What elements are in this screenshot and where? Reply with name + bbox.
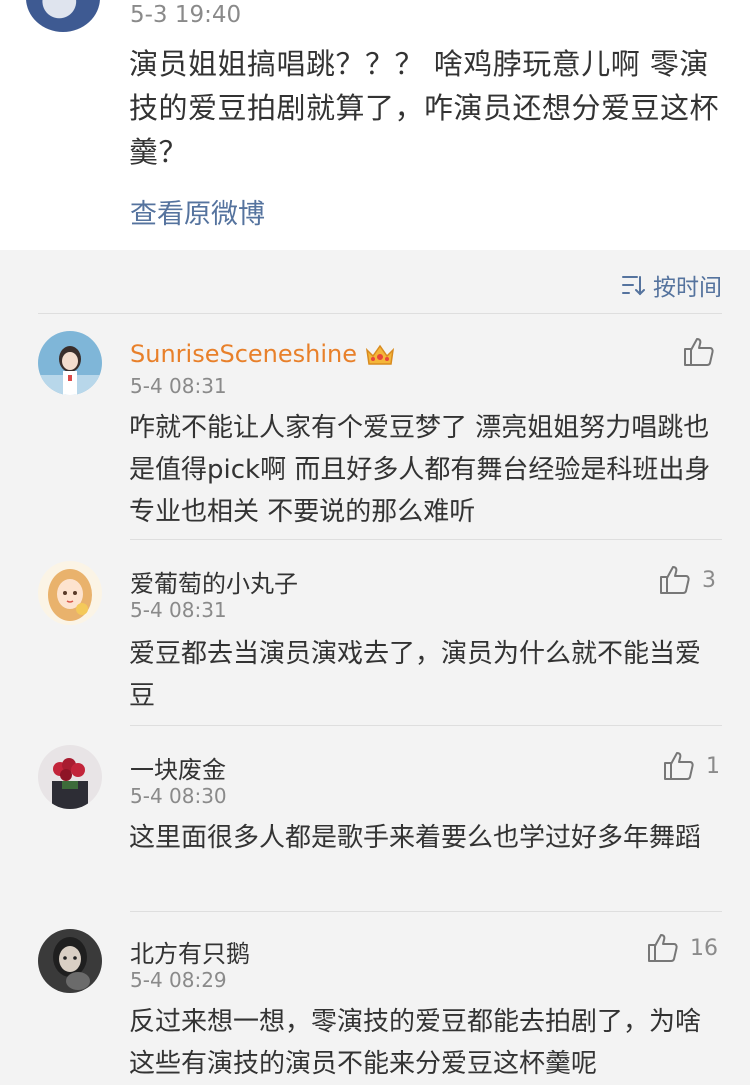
comment-sort-bar: 按时间 xyxy=(0,250,750,314)
avatar[interactable] xyxy=(38,745,102,809)
comment-username[interactable]: 北方有只鹅 xyxy=(130,934,250,969)
comment-timestamp: 5-4 08:29 xyxy=(130,968,227,992)
comment-text: 爱豆都去当演员演戏去了，演员为什么就不能当爱豆 xyxy=(129,639,702,711)
like-button[interactable]: 16 xyxy=(646,932,718,964)
comment-timestamp: 5-4 08:30 xyxy=(130,784,227,808)
like-count: 16 xyxy=(690,935,718,961)
avatar[interactable] xyxy=(38,331,102,395)
comment-item: 爱葡萄的小丸子 5-4 08:31 爱豆都去当演员演戏去了，演员为什么就不能当爱… xyxy=(0,540,750,726)
comment-username[interactable]: SunriseSceneshine xyxy=(130,340,395,368)
thumbs-up-icon xyxy=(660,566,690,594)
comment-item: 北方有只鹅 5-4 08:29 反过来想一想，零演技的爱豆都能去拍剧了，为啥这些… xyxy=(0,912,750,1079)
like-button[interactable] xyxy=(682,336,716,368)
avatar[interactable] xyxy=(38,561,102,625)
avatar[interactable] xyxy=(38,929,102,993)
post-author-avatar[interactable] xyxy=(26,0,100,32)
original-post-card: 5-3 19:40 演员姐姐搞唱跳？？？ 啥鸡脖玩意儿啊 零演技的爱豆拍剧就算了… xyxy=(0,0,750,250)
comment-text: 反过来想一想，零演技的爱豆都能去拍剧了，为啥这些有演技的演员不能来分爱豆这杯羹呢 xyxy=(129,1007,702,1079)
like-button[interactable]: 1 xyxy=(662,750,720,782)
comment-timestamp: 5-4 08:31 xyxy=(130,374,227,398)
view-original-post-link[interactable]: 查看原微博 xyxy=(130,192,265,231)
like-count: 1 xyxy=(706,753,720,779)
post-text: 演员姐姐搞唱跳？？？ 啥鸡脖玩意儿啊 零演技的爱豆拍剧就算了，咋演员还想分爱豆这… xyxy=(129,47,720,169)
comment-username[interactable]: 一块废金 xyxy=(130,750,226,785)
comment-text: 这里面很多人都是歌手来着要么也学过好多年舞蹈 xyxy=(129,823,702,853)
comment-text: 咋就不能让人家有个爱豆梦了 漂亮姐姐努力唱跳也是值得pick啊 而且好多人都有舞… xyxy=(129,413,711,527)
thumbs-up-icon xyxy=(684,338,714,366)
like-button[interactable]: 3 xyxy=(658,564,716,596)
sort-label: 按时间 xyxy=(653,275,722,301)
sort-by-time-button[interactable]: 按时间 xyxy=(621,268,722,302)
sort-icon xyxy=(622,276,645,296)
comment-timestamp: 5-4 08:31 xyxy=(130,598,227,622)
comment-item: SunriseSceneshine 5-4 08:31 咋就不能让人家有个爱豆梦… xyxy=(0,314,750,540)
like-count: 3 xyxy=(702,567,716,593)
comment-item: 一块废金 5-4 08:30 这里面很多人都是歌手来着要么也学过好多年舞蹈 1 xyxy=(0,726,750,912)
thumbs-up-icon xyxy=(648,934,678,962)
thumbs-up-icon xyxy=(664,752,694,780)
username-text: SunriseSceneshine xyxy=(130,340,357,368)
crown-icon xyxy=(365,344,395,365)
comment-username[interactable]: 爱葡萄的小丸子 xyxy=(130,564,298,599)
post-timestamp: 5-3 19:40 xyxy=(130,2,242,28)
